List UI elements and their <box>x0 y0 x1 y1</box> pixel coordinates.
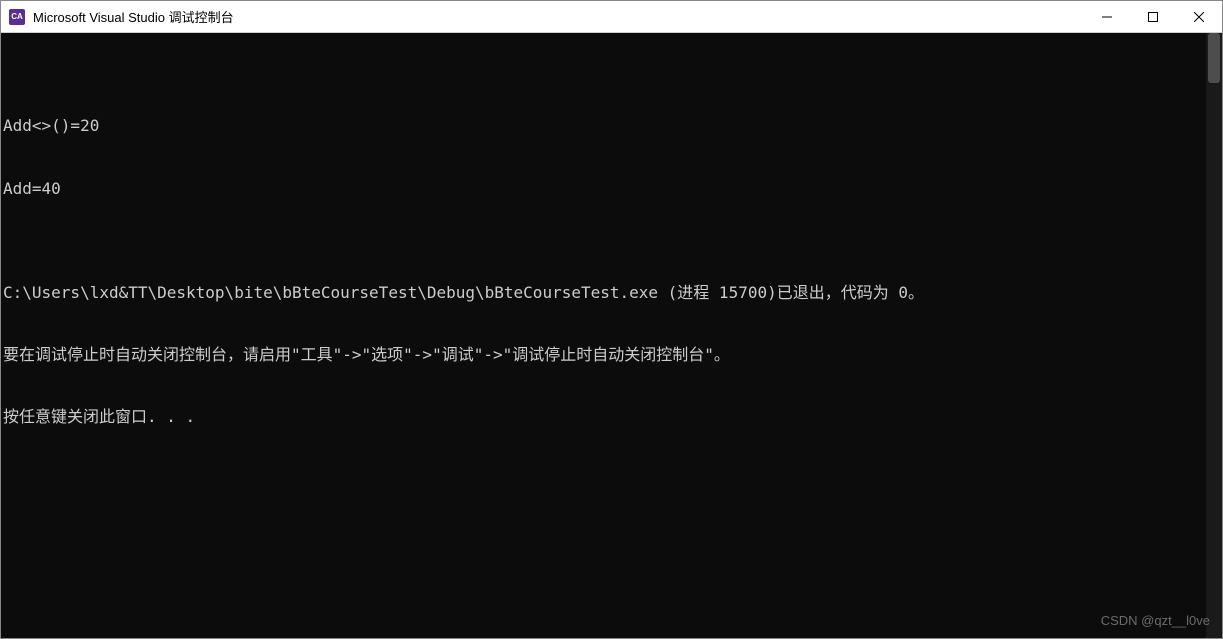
console-window: CA Microsoft Visual Studio 调试控制台 Add<>()… <box>0 0 1223 639</box>
console-output: Add<>()=20 Add=40 C:\Users\lxd&TT\Deskto… <box>1 75 1222 470</box>
minimize-icon <box>1102 12 1112 22</box>
vertical-scrollbar[interactable] <box>1206 33 1222 638</box>
window-title: Microsoft Visual Studio 调试控制台 <box>33 7 1084 26</box>
app-icon: CA <box>9 9 25 25</box>
close-icon <box>1194 12 1204 22</box>
console-line: 要在调试停止时自动关闭控制台，请启用"工具"->"选项"->"调试"->"调试停… <box>3 345 1220 366</box>
minimize-button[interactable] <box>1084 1 1130 32</box>
console-line: Add=40 <box>3 179 1220 200</box>
console-body[interactable]: Add<>()=20 Add=40 C:\Users\lxd&TT\Deskto… <box>1 33 1222 638</box>
console-line: Add<>()=20 <box>3 116 1220 137</box>
close-button[interactable] <box>1176 1 1222 32</box>
watermark: CSDN @qzt__l0ve <box>1101 613 1210 630</box>
console-line: 按任意键关闭此窗口. . . <box>3 407 1220 428</box>
console-line: C:\Users\lxd&TT\Desktop\bite\bBteCourseT… <box>3 283 1220 304</box>
titlebar[interactable]: CA Microsoft Visual Studio 调试控制台 <box>1 1 1222 33</box>
maximize-button[interactable] <box>1130 1 1176 32</box>
window-controls <box>1084 1 1222 32</box>
scrollbar-thumb[interactable] <box>1208 33 1220 83</box>
maximize-icon <box>1148 12 1158 22</box>
